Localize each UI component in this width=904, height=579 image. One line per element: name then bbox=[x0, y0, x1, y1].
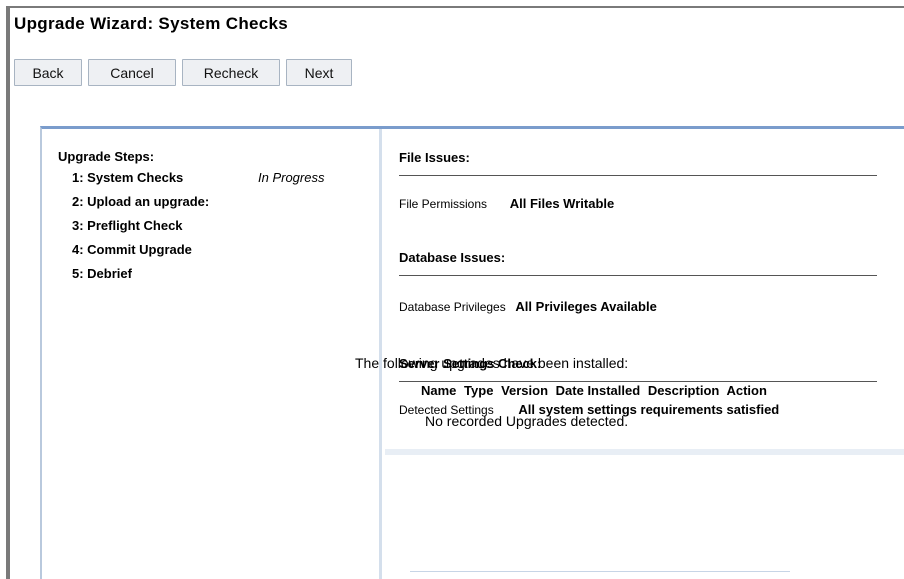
database-issues-heading: Database Issues: bbox=[399, 250, 877, 276]
next-button[interactable]: Next bbox=[286, 59, 352, 86]
installed-upgrades-section: The following upgrades have been install… bbox=[355, 355, 767, 429]
column-header-description: Description bbox=[647, 383, 720, 398]
system-checks-section: File Issues: File Permissions All Files … bbox=[385, 129, 904, 449]
column-header-date-installed: Date Installed bbox=[555, 383, 641, 398]
file-permissions-label: File Permissions bbox=[399, 197, 488, 211]
page-title: Upgrade Wizard: System Checks bbox=[14, 14, 289, 33]
file-permissions-value: All Files Writable bbox=[509, 196, 615, 211]
wizard-panel: Upgrade Steps: 1: System Checks In Progr… bbox=[40, 126, 904, 579]
installed-table-header: Name Type Version Date Installed Descrip… bbox=[421, 383, 771, 398]
installed-empty-message: No recorded Upgrades detected. bbox=[425, 413, 629, 429]
file-permissions-row: File Permissions All Files Writable bbox=[399, 196, 614, 211]
step-status: In Progress bbox=[258, 170, 325, 185]
step-item-upload: 2: Upload an upgrade: bbox=[72, 193, 379, 217]
step-label: 2: Upload an upgrade: bbox=[72, 194, 210, 209]
wizard-toolbar: Back Cancel Recheck Next bbox=[14, 59, 352, 86]
step-item-preflight: 3: Preflight Check bbox=[72, 217, 379, 241]
database-privileges-label: Database Privileges bbox=[399, 300, 506, 314]
file-issues-heading: File Issues: bbox=[399, 150, 877, 176]
recheck-button[interactable]: Recheck bbox=[182, 59, 280, 86]
database-privileges-row: Database Privileges All Privileges Avail… bbox=[399, 299, 657, 314]
back-button[interactable]: Back bbox=[14, 59, 82, 86]
column-header-name: Name bbox=[421, 383, 457, 398]
installed-table-rule bbox=[410, 571, 790, 572]
step-label: 4: Commit Upgrade bbox=[72, 242, 192, 257]
window-frame-left bbox=[6, 6, 10, 579]
steps-list: 1: System Checks In Progress 2: Upload a… bbox=[58, 169, 379, 289]
step-label: 5: Debrief bbox=[72, 266, 132, 281]
step-item-debrief: 5: Debrief bbox=[72, 265, 379, 289]
column-header-action: Action bbox=[726, 383, 767, 398]
step-item-commit: 4: Commit Upgrade bbox=[72, 241, 379, 265]
steps-heading: Upgrade Steps: bbox=[58, 149, 155, 164]
step-label: 1: System Checks bbox=[72, 170, 184, 185]
step-item-system-checks: 1: System Checks In Progress bbox=[72, 169, 379, 193]
steps-sidebar: Upgrade Steps: 1: System Checks In Progr… bbox=[42, 129, 382, 579]
cancel-button[interactable]: Cancel bbox=[88, 59, 176, 86]
database-privileges-value: All Privileges Available bbox=[515, 299, 657, 314]
column-header-version: Version bbox=[501, 383, 549, 398]
section-divider bbox=[385, 449, 904, 455]
installed-intro: The following upgrades have been install… bbox=[355, 355, 629, 371]
window-frame-top bbox=[6, 6, 904, 8]
column-header-type: Type bbox=[464, 383, 494, 398]
step-label: 3: Preflight Check bbox=[72, 218, 183, 233]
